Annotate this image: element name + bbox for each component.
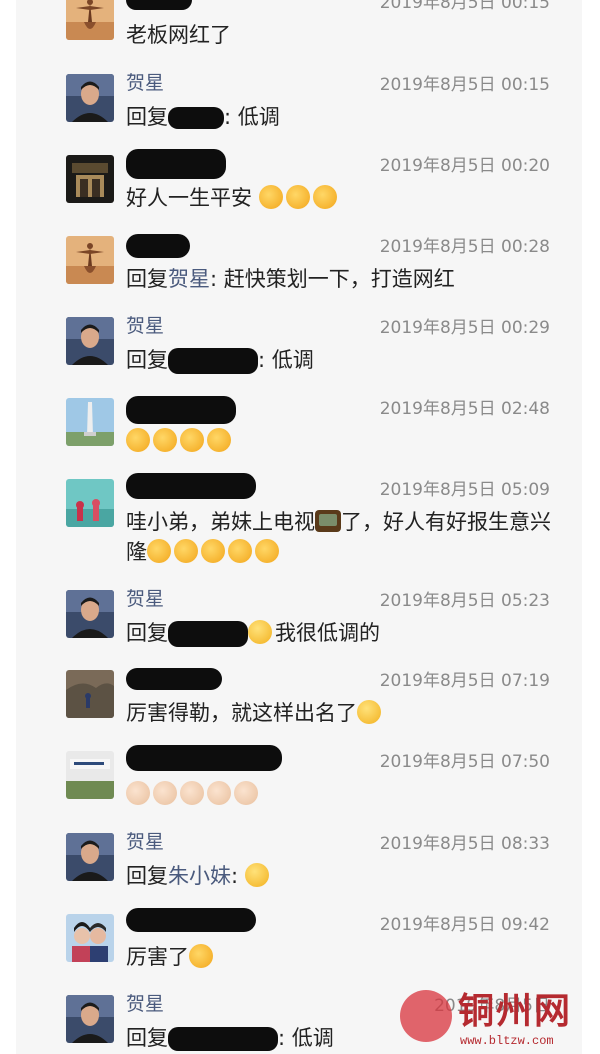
reply-target-link[interactable]: 朱小妹: [168, 864, 231, 888]
thumbs-up-icon: [180, 781, 204, 805]
comment-list: 2019年8月5日 00:15 老板网红了 贺星 2019年8月5日 00:15…: [16, 0, 582, 1054]
reply-body: : 低调: [258, 348, 314, 372]
timestamp: 2019年8月5日 09:42: [379, 915, 550, 935]
sender-name[interactable]: 贺星: [126, 311, 164, 341]
message-body: 好人一生平安: [126, 186, 252, 210]
message-text: 老板网红了: [126, 23, 231, 47]
thinking-face-icon: [357, 700, 381, 724]
timestamp: 2019年8月5日 00:28: [379, 237, 550, 257]
avatar[interactable]: [66, 236, 114, 284]
avatar[interactable]: [66, 0, 114, 40]
redacted-name: [126, 396, 236, 424]
reply-body: 我很低调的: [275, 621, 380, 645]
reply-prefix: 回复: [126, 1026, 168, 1050]
thumbs-up-icon: [153, 781, 177, 805]
avatar[interactable]: [66, 74, 114, 122]
reply-prefix: 回复: [126, 105, 168, 129]
thumbs-up-icon: [285, 185, 310, 209]
redacted-name: [126, 745, 282, 771]
redacted-name: [126, 473, 256, 499]
avatar[interactable]: [66, 398, 114, 446]
redacted-name: [126, 149, 226, 179]
thumbs-up-icon: [126, 428, 150, 452]
thumbs-up-icon: [180, 428, 204, 452]
redacted-name: [126, 908, 256, 932]
redacted-name: [126, 0, 192, 10]
timestamp: 2019年8月5日 08:33: [379, 834, 550, 854]
message-text: 回复贺星: 赶快策划一下，打造网红: [126, 264, 556, 294]
avatar[interactable]: [66, 155, 114, 203]
timestamp: 2019年8月5日 00:15: [379, 75, 550, 95]
message-text: 回复 我很低调的: [126, 618, 556, 648]
timestamp: 2019年8月5日 00:20: [379, 156, 550, 176]
watermark: 铜州网 www.bltzw.com: [396, 990, 596, 1054]
thumbs-up-icon: [234, 781, 258, 805]
watermark-brand: 铜州网: [458, 991, 573, 1032]
message-text: 回复朱小妹:: [126, 861, 556, 891]
avatar[interactable]: [66, 914, 114, 962]
thumbs-up-icon: [174, 539, 198, 563]
avatar[interactable]: [66, 590, 114, 638]
thumbs-up-icon: [207, 428, 231, 452]
television-icon: [315, 510, 341, 532]
thumbs-up-icon: [258, 185, 283, 209]
thinking-face-icon: [244, 863, 269, 887]
reply-body: : 低调: [224, 105, 280, 129]
timestamp: 2019年8月5日 05:23: [379, 591, 550, 611]
thumbs-up-icon: [189, 944, 213, 968]
message-text: [126, 779, 556, 809]
reply-prefix: 回复: [126, 864, 168, 888]
thumbs-up-icon: [126, 781, 150, 805]
avatar[interactable]: [66, 751, 114, 799]
reply-prefix: 回复: [126, 267, 168, 291]
reply-body: : 低调: [278, 1026, 334, 1050]
message-text: 回复 : 低调: [126, 102, 556, 132]
redacted-name: [168, 621, 248, 647]
timestamp: 2019年8月5日 02:48: [379, 399, 550, 419]
message-body: 厉害了: [126, 945, 189, 969]
redacted-name: [168, 107, 224, 129]
thumbs-up-icon: [147, 539, 171, 563]
thumbs-up-icon: [201, 539, 225, 563]
redacted-name: [126, 234, 190, 258]
reply-prefix: 回复: [126, 348, 168, 372]
message-text: 厉害得勒，就这样出名了: [126, 698, 556, 728]
avatar[interactable]: [66, 670, 114, 718]
avatar[interactable]: [66, 479, 114, 527]
timestamp: 2019年8月5日 07:19: [379, 671, 550, 691]
sender-name[interactable]: 贺星: [126, 68, 164, 98]
thumbs-up-icon: [255, 539, 279, 563]
message-text: 回复 : 低调: [126, 345, 556, 375]
thumbs-up-icon: [312, 185, 337, 209]
reply-body: : 赶快策划一下，打造网红: [210, 267, 455, 291]
reply-target-link[interactable]: 贺星: [168, 267, 210, 291]
avatar[interactable]: [66, 995, 114, 1043]
redacted-name: [126, 668, 222, 690]
sender-name[interactable]: 贺星: [126, 827, 164, 857]
message-body: 厉害得勒，就这样出名了: [126, 701, 357, 725]
message-text: 好人一生平安: [126, 183, 556, 213]
timestamp: 2019年8月5日 00:15: [379, 0, 550, 13]
timestamp: 2019年8月5日 00:29: [379, 318, 550, 338]
reply-body: :: [231, 864, 239, 888]
thumbs-up-icon: [153, 428, 177, 452]
avatar[interactable]: [66, 317, 114, 365]
thinking-face-icon: [248, 620, 272, 644]
message-text: 厉害了: [126, 942, 556, 972]
sender-name[interactable]: 贺星: [126, 584, 164, 614]
sender-name[interactable]: 贺星: [126, 989, 164, 1019]
watermark-url: www.bltzw.com: [460, 1034, 554, 1048]
timestamp: 2019年8月5日 05:09: [379, 480, 550, 500]
avatar[interactable]: [66, 833, 114, 881]
seal-icon: [400, 990, 452, 1042]
timestamp: 2019年8月5日 07:50: [379, 752, 550, 772]
redacted-name: [168, 348, 258, 374]
thumbs-up-icon: [207, 781, 231, 805]
reply-prefix: 回复: [126, 621, 168, 645]
message-body: 哇小弟，弟妹上电视: [126, 510, 315, 534]
redacted-name: [168, 1027, 278, 1051]
thumbs-up-icon: [228, 539, 252, 563]
message-text: 哇小弟，弟妹上电视 了，好人有好报生意兴隆: [126, 507, 556, 567]
message-text: [126, 426, 556, 456]
